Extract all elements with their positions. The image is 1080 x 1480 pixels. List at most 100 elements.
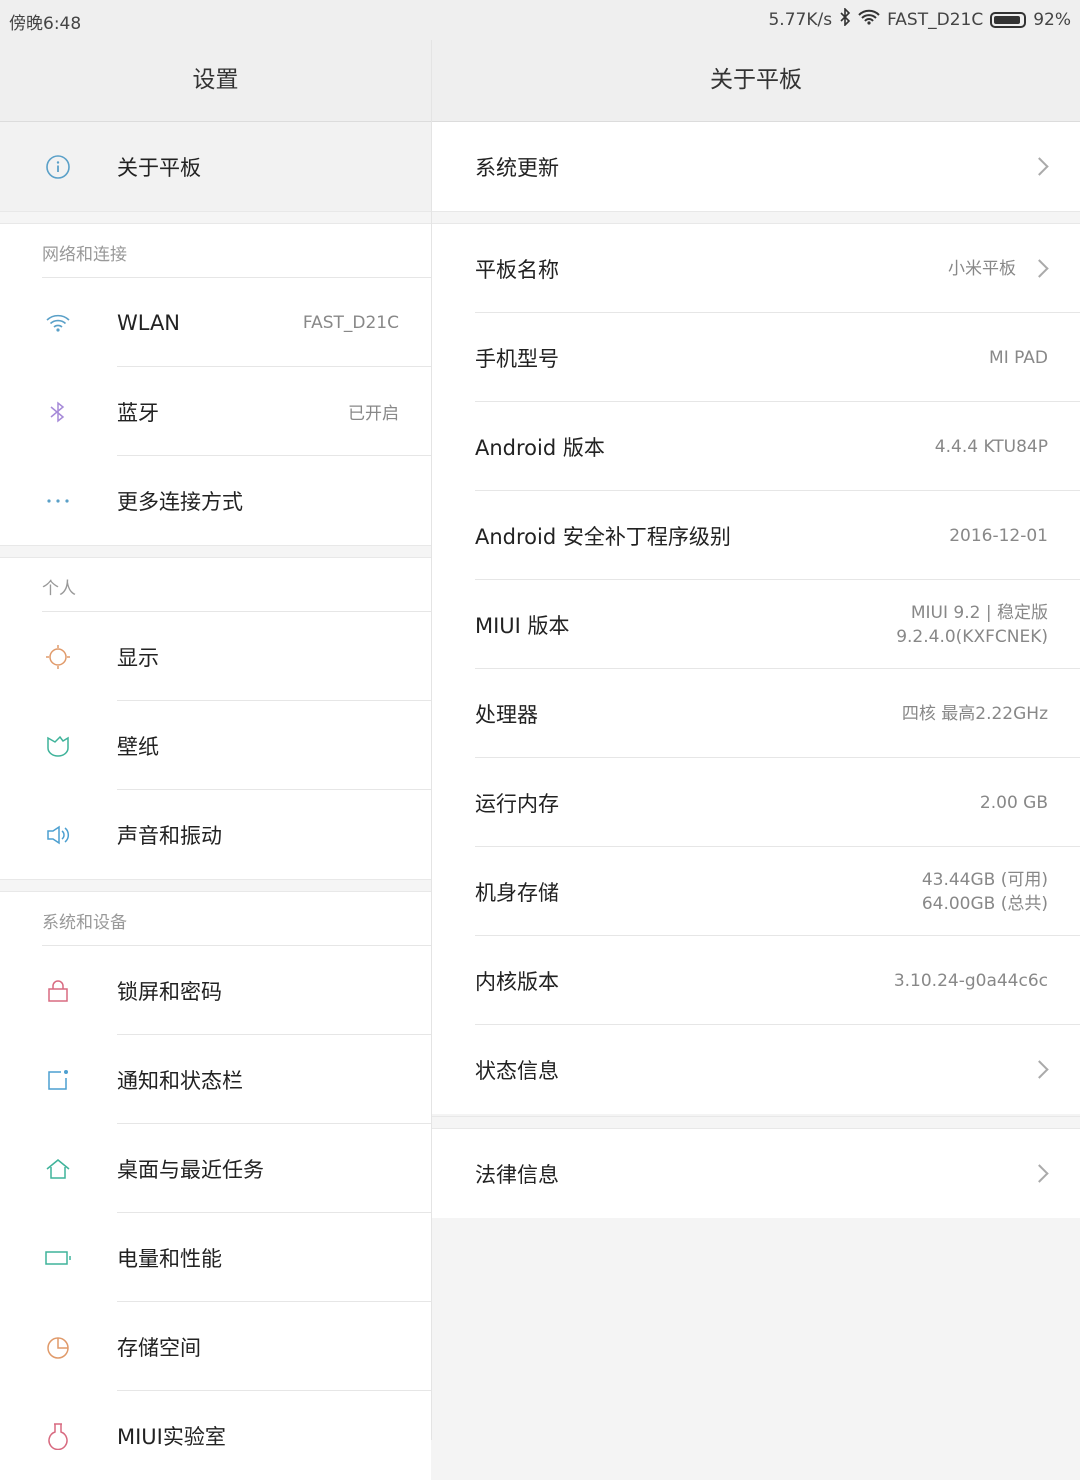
bluetooth-icon — [42, 396, 74, 428]
section-header: 网络和连接 — [0, 224, 431, 278]
about-row: 内核版本 3.10.24-g0a44c6c — [432, 936, 1080, 1025]
section-header: 系统和设备 — [0, 892, 431, 946]
wallpaper-icon — [42, 730, 74, 762]
sidebar-item[interactable]: 蓝牙 已开启 — [0, 367, 431, 456]
info-icon — [42, 151, 74, 183]
value-line: 3.10.24-g0a44c6c — [893, 970, 1048, 991]
row-label: Android 安全补丁程序级别 — [475, 524, 731, 549]
bluetooth-icon — [839, 7, 851, 31]
sidebar-item-value: 已开启 — [348, 404, 399, 424]
wifi-icon — [858, 9, 880, 30]
row-label: 状态信息 — [475, 1058, 559, 1083]
sidebar-item-label: 通知和状态栏 — [117, 1068, 243, 1093]
row-label: 平板名称 — [475, 257, 559, 282]
sidebar-item-label: 锁屏和密码 — [117, 979, 222, 1004]
settings-title: 设置 — [0, 40, 431, 122]
row-label: 处理器 — [475, 702, 538, 727]
value-line: 2.00 GB — [979, 792, 1048, 813]
chevron-right-icon — [1030, 1164, 1049, 1183]
status-bar: 傍晚6:48 5.77K/s FAST_D21C 92% — [0, 0, 1080, 40]
display-icon — [42, 641, 74, 673]
row-label: 机身存储 — [475, 880, 559, 905]
sidebar-item-label: 桌面与最近任务 — [117, 1157, 264, 1182]
row-value: 43.44GB (可用) 64.00GB (总共) — [922, 868, 1048, 916]
about-row: 处理器 四核 最高2.22GHz — [432, 669, 1080, 758]
net-speed: 5.77K/s — [768, 9, 833, 30]
row-label: 系统更新 — [475, 155, 559, 180]
chevron-right-icon — [1030, 259, 1049, 278]
about-row: 机身存储 43.44GB (可用) 64.00GB (总共) — [432, 847, 1080, 936]
sidebar-item-label: 电量和性能 — [117, 1246, 222, 1271]
row-value: 2.00 GB — [980, 791, 1048, 815]
row-value: 四核 最高2.22GHz — [902, 702, 1048, 726]
sidebar-item[interactable]: 通知和状态栏 — [0, 1035, 431, 1124]
storage-icon — [42, 1331, 74, 1363]
row-label: 手机型号 — [475, 346, 559, 371]
about-title: 关于平板 — [432, 40, 1080, 122]
chevron-right-icon — [1030, 1060, 1049, 1079]
sidebar-item-label: MIUI实验室 — [117, 1424, 226, 1449]
row-label: 内核版本 — [475, 969, 559, 994]
sidebar-item[interactable]: 存储空间 — [0, 1302, 431, 1391]
sidebar-item-label: 显示 — [117, 645, 159, 670]
sidebar-item-value: FAST_D21C — [302, 312, 399, 333]
about-row: MIUI 版本 MIUI 9.2 | 稳定版 9.2.4.0(KXFCNEK) — [432, 580, 1080, 669]
sidebar-item-about[interactable]: 关于平板 — [0, 122, 431, 211]
row-value: 2016-12-01 — [949, 524, 1048, 548]
value-line: 小米平板 — [948, 258, 1016, 279]
battery-icon — [990, 11, 1027, 28]
home-icon — [42, 1153, 74, 1185]
battery-percent: 92% — [1033, 9, 1071, 30]
row-value: 3.10.24-g0a44c6c — [894, 969, 1048, 993]
sidebar-item[interactable]: MIUI实验室 — [0, 1391, 431, 1480]
row-value: MI PAD — [989, 346, 1048, 370]
sidebar-item-label: 蓝牙 — [117, 400, 159, 425]
value-line: 43.44GB (可用) — [921, 869, 1048, 890]
sidebar-item[interactable]: 声音和振动 — [0, 790, 431, 879]
legal-info-row[interactable]: 法律信息 — [432, 1129, 1080, 1218]
row-value: 小米平板 — [948, 257, 1016, 281]
sidebar-item[interactable]: 更多连接方式 — [0, 456, 431, 545]
network-name: FAST_D21C — [887, 9, 984, 30]
notification-icon — [42, 1064, 74, 1096]
lock-icon — [42, 975, 74, 1007]
value-line: 9.2.4.0(KXFCNEK) — [896, 626, 1048, 647]
sidebar-item-label: 壁纸 — [117, 734, 159, 759]
sidebar-item[interactable]: 壁纸 — [0, 701, 431, 790]
value-line: 2016-12-01 — [949, 525, 1048, 546]
row-value: 4.4.4 KTU84P — [935, 435, 1048, 459]
lab-icon — [42, 1420, 74, 1452]
about-panel: 关于平板 系统更新 平板名称 小米平板手机型号 MI PAD Android 版本 4.… — [432, 0, 1080, 1440]
about-row[interactable]: 状态信息 — [432, 1025, 1080, 1114]
sidebar-item[interactable]: 电量和性能 — [0, 1213, 431, 1302]
sidebar-item-label: 声音和振动 — [117, 823, 222, 848]
row-label: Android 版本 — [475, 435, 605, 460]
clock: 傍晚6:48 — [9, 14, 82, 34]
sidebar-item[interactable]: 显示 — [0, 612, 431, 701]
sidebar-item[interactable]: 锁屏和密码 — [0, 946, 431, 1035]
about-row: 运行内存 2.00 GB — [432, 758, 1080, 847]
chevron-right-icon — [1030, 157, 1049, 176]
battery-icon — [42, 1242, 74, 1274]
about-row: Android 版本 4.4.4 KTU84P — [432, 402, 1080, 491]
section-header: 个人 — [0, 558, 431, 612]
value-line: MIUI 9.2 | 稳定版 — [910, 602, 1048, 623]
value-line: MI PAD — [989, 347, 1048, 368]
row-label: MIUI 版本 — [475, 613, 570, 638]
value-line: 四核 最高2.22GHz — [901, 703, 1048, 724]
row-value: MIUI 9.2 | 稳定版 9.2.4.0(KXFCNEK) — [896, 601, 1048, 649]
wifi-icon — [42, 307, 74, 339]
row-label: 运行内存 — [475, 791, 559, 816]
about-row[interactable]: 平板名称 小米平板 — [432, 224, 1080, 313]
sound-icon — [42, 819, 74, 851]
about-row: 手机型号 MI PAD — [432, 313, 1080, 402]
sidebar-item-label: WLAN — [117, 310, 181, 335]
sidebar-item-label: 关于平板 — [117, 155, 201, 180]
sidebar-item[interactable]: 桌面与最近任务 — [0, 1124, 431, 1213]
value-line: 64.00GB (总共) — [921, 893, 1048, 914]
sidebar-item[interactable]: WLAN FAST_D21C — [0, 278, 431, 367]
system-update-row[interactable]: 系统更新 — [432, 122, 1080, 211]
value-line: 4.4.4 KTU84P — [934, 436, 1048, 457]
row-label: 法律信息 — [475, 1162, 559, 1187]
sidebar-item-label: 存储空间 — [117, 1335, 201, 1360]
